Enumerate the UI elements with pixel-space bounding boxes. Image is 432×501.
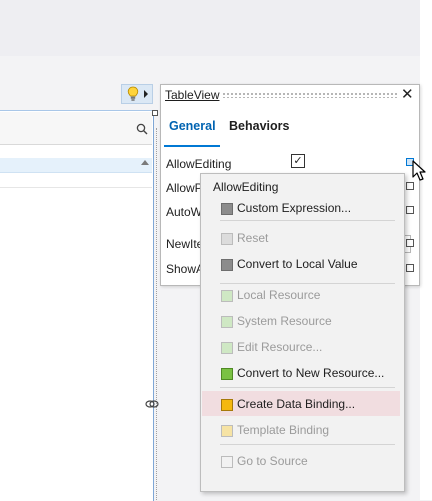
property-marker[interactable] [406, 182, 414, 190]
active-tab-indicator [164, 145, 220, 147]
menu-item-create-data-binding[interactable]: Create Data Binding... [237, 397, 355, 411]
table-row[interactable] [0, 158, 152, 173]
menu-item-convert-local-value[interactable]: Convert to Local Value [237, 257, 358, 271]
window-edge [420, 0, 432, 500]
menu-separator [220, 387, 395, 388]
mouse-cursor-icon [412, 160, 426, 181]
expand-arrow-icon [144, 90, 148, 98]
lightbulb-icon [127, 86, 139, 101]
system-resource-icon [221, 316, 233, 328]
template-binding-icon [221, 425, 233, 437]
close-icon[interactable]: ✕ [401, 87, 414, 102]
property-marker[interactable] [406, 206, 414, 214]
edit-resource-icon [221, 342, 233, 354]
row-divider [0, 187, 152, 188]
table-search-bar[interactable] [0, 112, 152, 145]
menu-item-template-binding[interactable]: Template Binding [237, 423, 329, 437]
data-binding-icon [221, 399, 233, 411]
menu-header: AllowEditing [213, 180, 279, 194]
property-label: NewIte [166, 237, 204, 251]
document-tab-area [0, 0, 420, 58]
link-icon[interactable] [145, 398, 159, 410]
menu-separator [220, 444, 395, 445]
check-icon: ✓ [293, 155, 303, 167]
menu-item-convert-new-resource[interactable]: Convert to New Resource... [237, 366, 384, 380]
tab-behaviors[interactable]: Behaviors [229, 119, 289, 133]
menu-item-edit-resource[interactable]: Edit Resource... [237, 340, 322, 354]
menu-separator [220, 220, 395, 221]
scroll-up-icon[interactable] [141, 160, 149, 165]
property-label: AllowP [166, 181, 203, 195]
property-label: ShowA [166, 262, 205, 276]
panel-title: TableView [165, 88, 220, 102]
search-icon[interactable] [136, 123, 148, 135]
menu-item-local-resource[interactable]: Local Resource [237, 288, 320, 302]
smart-tag-button[interactable] [121, 84, 153, 104]
new-resource-icon [221, 368, 233, 380]
property-label: AutoW [166, 205, 203, 219]
local-value-icon [221, 259, 233, 271]
menu-item-reset[interactable]: Reset [237, 231, 268, 245]
property-marker[interactable] [406, 264, 414, 272]
custom-expression-icon [221, 203, 233, 215]
property-label-allowediting: AllowEditing [166, 157, 232, 171]
selection-guide [156, 128, 158, 500]
property-marker[interactable] [406, 239, 414, 247]
menu-separator [220, 283, 395, 284]
allowediting-checkbox[interactable]: ✓ [291, 154, 305, 168]
reset-icon [221, 233, 233, 245]
tab-general[interactable]: General [169, 119, 216, 133]
menu-item-system-resource[interactable]: System Resource [237, 314, 332, 328]
go-to-source-icon [221, 456, 233, 468]
menu-item-go-to-source[interactable]: Go to Source [237, 454, 308, 468]
drag-grip[interactable] [222, 92, 398, 98]
selection-handle[interactable] [152, 110, 158, 116]
menu-item-custom-expression[interactable]: Custom Expression... [237, 201, 351, 215]
local-resource-icon [221, 290, 233, 302]
